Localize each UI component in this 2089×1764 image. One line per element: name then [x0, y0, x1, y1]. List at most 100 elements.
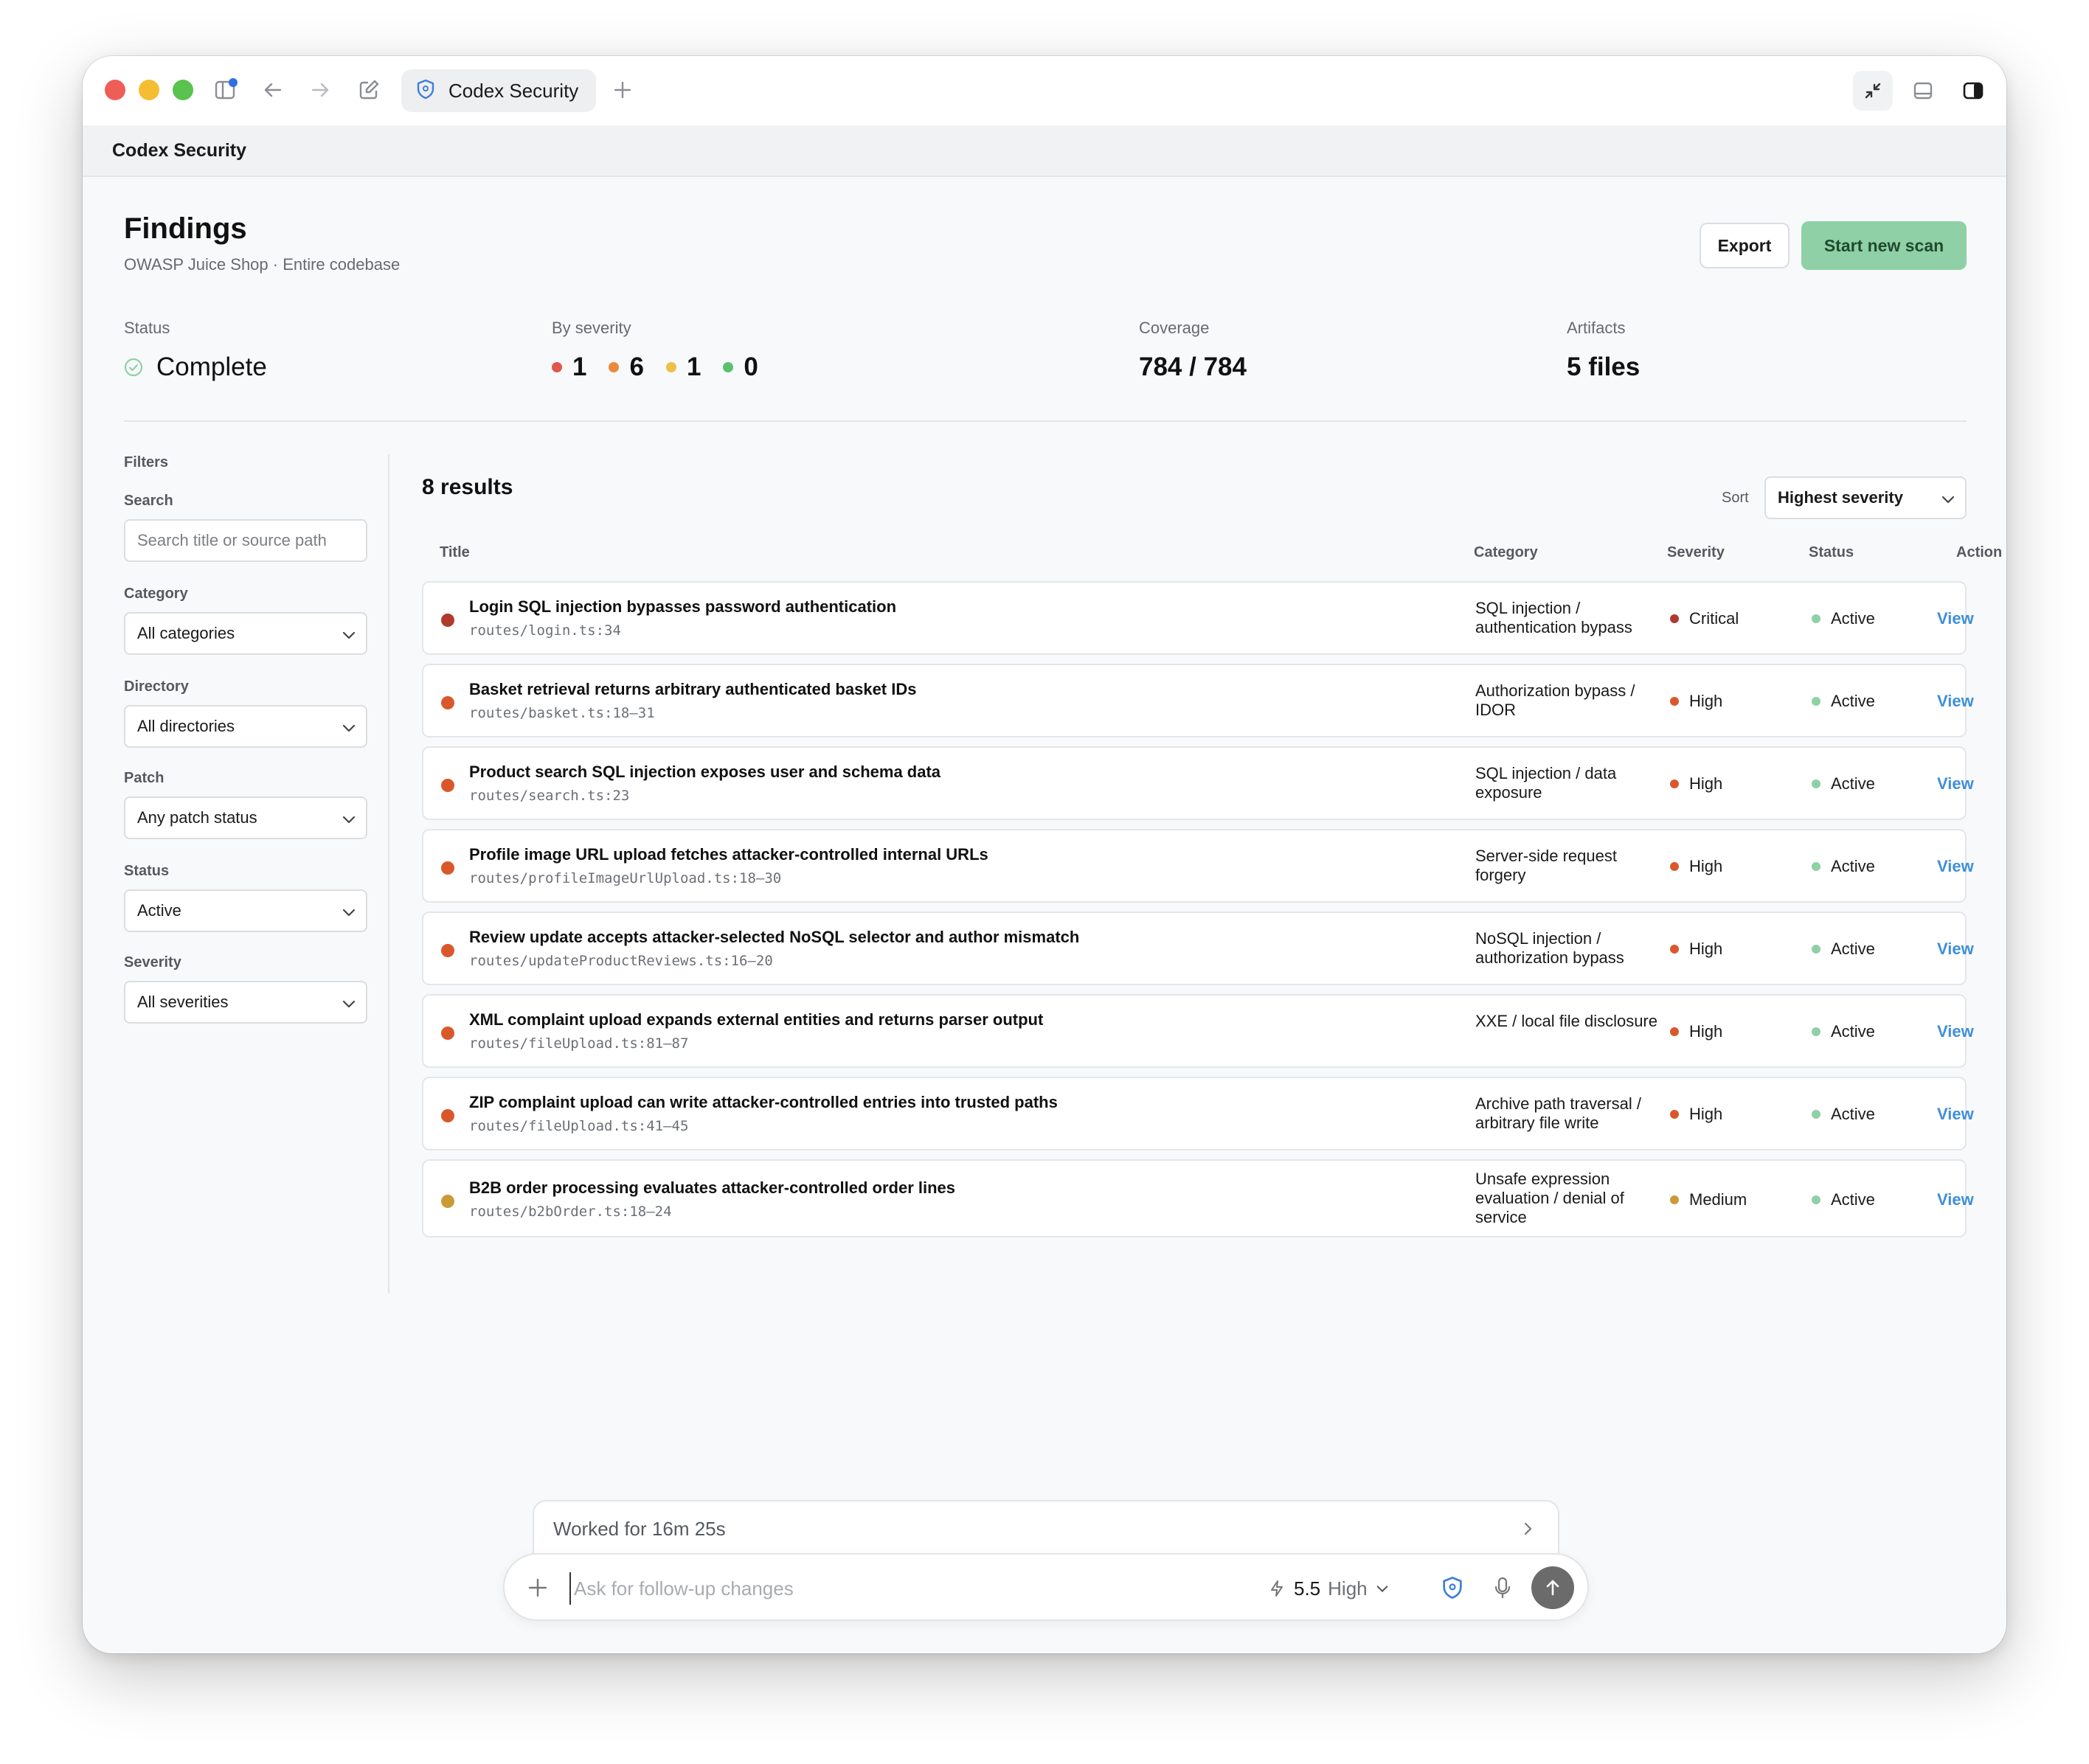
- minimize-window-button[interactable]: [139, 80, 159, 100]
- column-header-status[interactable]: Status: [1809, 544, 1854, 561]
- finding-row[interactable]: ZIP complaint upload can write attacker-…: [422, 1077, 1974, 1150]
- maximize-window-button[interactable]: [173, 80, 193, 100]
- finding-status: Active: [1812, 1105, 1875, 1124]
- finding-severity: High: [1670, 857, 1722, 876]
- shield-icon: [415, 78, 437, 104]
- severity-dot: [441, 944, 454, 957]
- new-chat-compose-icon[interactable]: [356, 77, 382, 103]
- chevron-down-icon: [1375, 1581, 1390, 1596]
- column-header-severity[interactable]: Severity: [1667, 544, 1725, 561]
- artifacts-stat-value: 5 files: [1567, 353, 1641, 381]
- chevron-down-icon: [341, 996, 357, 1016]
- forward-arrow-icon[interactable]: [307, 77, 333, 103]
- view-finding-link[interactable]: View: [1937, 609, 1974, 628]
- status-indicator: [1812, 1110, 1820, 1119]
- page-title: Findings: [124, 212, 247, 245]
- status-indicator: [1812, 945, 1820, 954]
- finding-title: Login SQL injection bypasses password au…: [469, 597, 897, 616]
- view-finding-link[interactable]: View: [1937, 940, 1974, 959]
- tab-codex-security[interactable]: Codex Security: [401, 69, 596, 112]
- severity-select[interactable]: All severities: [124, 981, 367, 1024]
- finding-severity: High: [1670, 692, 1722, 711]
- send-button[interactable]: [1531, 1566, 1574, 1609]
- column-header-action: Action: [1956, 544, 2003, 560]
- sort-select[interactable]: Highest severity: [1764, 476, 1967, 519]
- category-select[interactable]: All categories: [124, 612, 367, 655]
- finding-row[interactable]: Login SQL injection bypasses password au…: [422, 581, 1974, 655]
- view-finding-link[interactable]: View: [1937, 1105, 1974, 1124]
- severity-counts: 1 6 1 0: [552, 353, 780, 382]
- coverage-stat-value: 784 / 784: [1139, 353, 1247, 381]
- finding-status: Active: [1812, 692, 1875, 711]
- status-select[interactable]: Active: [124, 889, 367, 932]
- finding-row[interactable]: XML complaint upload expands external en…: [422, 994, 1974, 1068]
- model-selector[interactable]: 5.5 High: [1267, 1572, 1390, 1605]
- model-effort: High: [1328, 1577, 1368, 1600]
- severity-indicator: [1670, 1110, 1679, 1119]
- finding-status: Active: [1812, 1190, 1875, 1209]
- patch-select[interactable]: Any patch status: [124, 796, 367, 839]
- new-tab-plus-icon[interactable]: [609, 77, 636, 103]
- filters-divider: [388, 454, 389, 1294]
- lightning-icon: [1267, 1579, 1286, 1598]
- finding-path: routes/profileImageUrlUpload.ts:18–30: [469, 870, 782, 886]
- finding-row[interactable]: Profile image URL upload fetches attacke…: [422, 829, 1974, 903]
- directory-select[interactable]: All directories: [124, 705, 367, 748]
- finding-row[interactable]: Review update accepts attacker-selected …: [422, 911, 1974, 985]
- column-header-title[interactable]: Title: [440, 544, 470, 561]
- terminal-panel-icon[interactable]: [1903, 71, 1943, 111]
- severity-dot: [441, 696, 454, 709]
- finding-title: B2B order processing evaluates attacker-…: [469, 1178, 956, 1197]
- finding-status: Active: [1812, 857, 1875, 876]
- status-select-value: Active: [137, 901, 181, 920]
- finding-row[interactable]: Product search SQL injection exposes use…: [422, 746, 1974, 820]
- collapse-icon[interactable]: [1853, 71, 1893, 111]
- back-arrow-icon[interactable]: [260, 77, 286, 103]
- finding-row[interactable]: Basket retrieval returns arbitrary authe…: [422, 664, 1974, 737]
- sort-label: Sort: [1722, 490, 1749, 506]
- follow-up-input[interactable]: [569, 1572, 1233, 1605]
- app-header: Codex Security: [83, 125, 2006, 177]
- finding-path: routes/b2bOrder.ts:18–24: [469, 1204, 672, 1220]
- stats-divider: [124, 420, 1967, 422]
- finding-title: Profile image URL upload fetches attacke…: [469, 845, 988, 864]
- view-finding-link[interactable]: View: [1937, 1022, 1974, 1041]
- export-button[interactable]: Export: [1700, 223, 1790, 268]
- side-panel-toggle-icon[interactable]: [1953, 71, 1993, 111]
- severity-indicator: [1670, 945, 1679, 954]
- view-finding-link[interactable]: View: [1937, 692, 1974, 711]
- low-dot: [723, 362, 734, 372]
- chevron-down-icon: [341, 811, 357, 832]
- worked-summary-bar[interactable]: Worked for 16m 25s: [533, 1500, 1559, 1556]
- chevron-down-icon: [341, 904, 357, 925]
- start-new-scan-button[interactable]: Start new scan: [1801, 221, 1967, 270]
- chevron-down-icon: [1940, 491, 1956, 512]
- check-circle-icon: [124, 358, 143, 377]
- security-shield-icon[interactable]: [1440, 1575, 1465, 1600]
- coverage-stat-label: Coverage: [1139, 319, 1210, 337]
- sidebar-toggle-icon[interactable]: [212, 77, 239, 103]
- patch-select-value: Any patch status: [137, 808, 257, 827]
- finding-title: ZIP complaint upload can write attacker-…: [469, 1093, 1058, 1111]
- finding-row[interactable]: B2B order processing evaluates attacker-…: [422, 1159, 1974, 1237]
- severity-indicator: [1670, 1195, 1679, 1204]
- finding-category: SQL injection / data exposure: [1475, 764, 1617, 802]
- status-indicator: [1812, 862, 1820, 871]
- view-finding-link[interactable]: View: [1937, 1190, 1974, 1209]
- finding-path: routes/fileUpload.ts:41–45: [469, 1118, 689, 1134]
- view-finding-link[interactable]: View: [1937, 774, 1974, 794]
- severity-indicator: [1670, 1027, 1679, 1036]
- search-input[interactable]: [137, 531, 366, 550]
- attach-plus-icon[interactable]: [525, 1575, 550, 1600]
- microphone-icon[interactable]: [1492, 1575, 1514, 1600]
- column-header-category[interactable]: Category: [1474, 544, 1538, 561]
- finding-path: routes/fileUpload.ts:81–87: [469, 1035, 689, 1052]
- status-value-text: Complete: [156, 353, 267, 381]
- status-indicator: [1812, 614, 1820, 623]
- close-window-button[interactable]: [105, 80, 125, 100]
- finding-title: XML complaint upload expands external en…: [469, 1010, 1044, 1029]
- finding-severity: High: [1670, 940, 1722, 959]
- severity-dot: [441, 614, 454, 627]
- severity-indicator: [1670, 862, 1679, 871]
- view-finding-link[interactable]: View: [1937, 857, 1974, 876]
